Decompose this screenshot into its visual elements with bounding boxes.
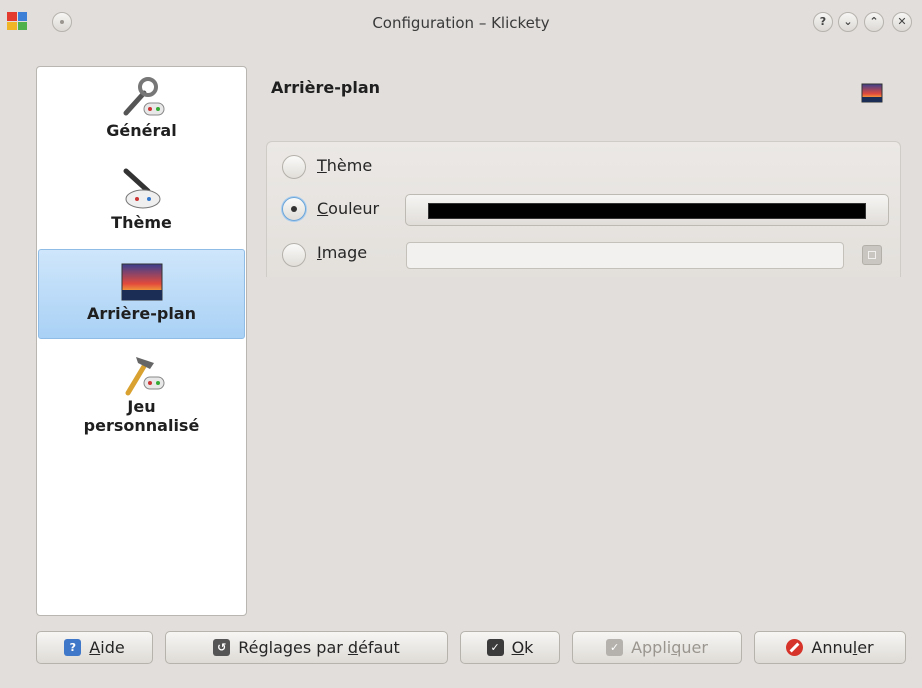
theme-radio-label[interactable]: Thème (317, 156, 372, 175)
sidebar-item-general[interactable]: Général (38, 73, 245, 163)
open-file-icon[interactable] (862, 245, 882, 265)
help-icon[interactable]: ? (813, 12, 833, 32)
settings-window: Configuration – Klickety ? ⌄ ⌃ ✕ Général… (0, 0, 922, 688)
sidebar-item-label-line1: Jeu (127, 397, 156, 416)
apply-button[interactable]: ✓ Appliquer (572, 631, 742, 664)
help-icon: ? (64, 639, 82, 656)
color-radio-label[interactable]: Couleur (317, 199, 379, 218)
title-bar: Configuration – Klickety ? ⌄ ⌃ ✕ (0, 0, 922, 44)
theme-radio[interactable] (282, 155, 306, 179)
sidebar-item-label-line2: personnalisé (83, 416, 200, 435)
image-path-input[interactable] (406, 242, 844, 269)
page-title: Arrière-plan (271, 78, 381, 97)
color-picker-button[interactable] (405, 194, 889, 226)
cancel-icon (786, 639, 804, 656)
minimize-icon[interactable]: ⌄ (838, 12, 858, 32)
checkmark-icon: ✓ (606, 639, 624, 656)
landscape-image-icon (861, 83, 883, 103)
maximize-icon[interactable]: ⌃ (864, 12, 884, 32)
hammer-gamepad-icon (125, 357, 164, 396)
color-radio[interactable] (282, 197, 306, 221)
sidebar-item-label: Général (106, 121, 177, 140)
cancel-button[interactable]: Annuler (754, 631, 906, 664)
defaults-button[interactable]: ↺ Réglages par défaut (165, 631, 448, 664)
page-list: Général Thème Arrière-plan Jeu personnal… (36, 66, 247, 616)
image-radio-label[interactable]: Image (317, 243, 367, 262)
brush-gamepad-icon (123, 168, 160, 209)
sidebar-item-theme[interactable]: Thème (38, 165, 245, 245)
window-title: Configuration – Klickety (372, 14, 550, 32)
landscape-image-icon (121, 263, 162, 301)
tools-gamepad-icon (123, 77, 164, 116)
help-button[interactable]: ? Aide (36, 631, 153, 664)
reset-icon: ↺ (213, 639, 231, 656)
sidebar-item-custom-game[interactable]: Jeu personnalisé (38, 349, 245, 459)
color-swatch (428, 203, 866, 219)
ok-button[interactable]: ✓ Ok (460, 631, 560, 664)
checkmark-icon: ✓ (486, 639, 504, 656)
sidebar-item-label: Arrière-plan (86, 304, 196, 323)
close-icon[interactable]: ✕ (892, 12, 912, 32)
sidebar-item-background[interactable]: Arrière-plan (38, 249, 245, 339)
image-radio[interactable] (282, 243, 306, 267)
sidebar-item-label: Thème (111, 213, 172, 232)
